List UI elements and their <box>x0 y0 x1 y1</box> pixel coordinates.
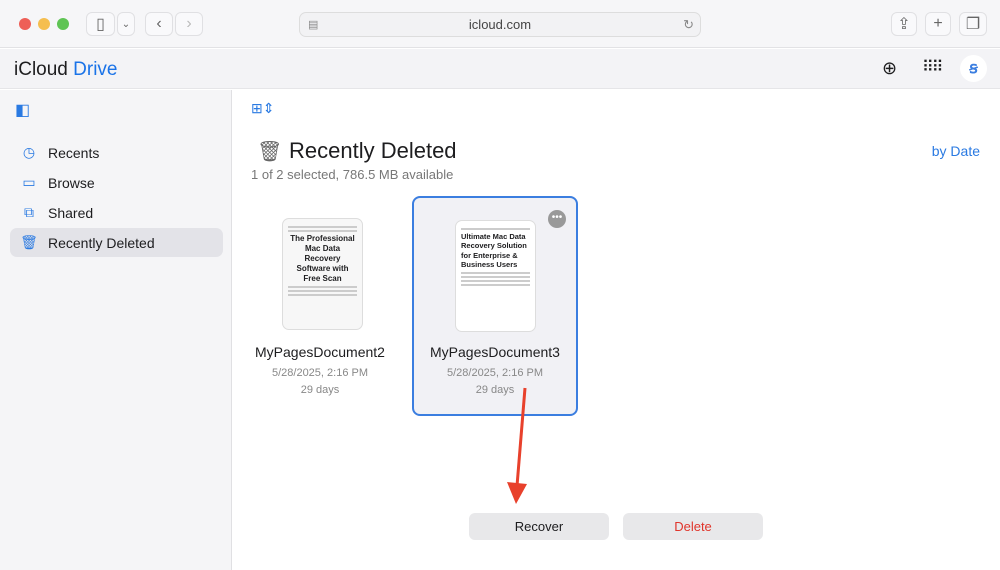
avatar[interactable]: ꞩ <box>960 55 987 82</box>
zoom-window-button[interactable] <box>57 18 69 30</box>
file-days-remaining: 29 days <box>300 384 340 396</box>
file-thumbnail: The Professional Mac Data Recovery Softw… <box>282 218 363 330</box>
more-options-icon[interactable]: ••• <box>548 210 566 228</box>
trash-icon: 🗑 <box>257 141 283 163</box>
file-item[interactable]: The Professional Mac Data Recovery Softw… <box>237 196 403 416</box>
file-days-remaining: 29 days <box>475 384 515 396</box>
minimize-window-button[interactable] <box>38 18 50 30</box>
product: Drive <box>73 59 118 80</box>
back-button[interactable]: ‹ <box>145 12 173 36</box>
trash-icon: 🗑 <box>20 234 38 250</box>
thumbnail-headline: Ultimate Mac Data Recovery Solution for … <box>461 232 527 270</box>
app-logo[interactable]: iCloud Drive <box>14 59 118 81</box>
sidebar-item-recently-deleted[interactable]: 🗑 Recently Deleted <box>10 228 223 257</box>
sidebar-item-label: Shared <box>48 204 94 221</box>
sort-button[interactable]: by Date <box>932 143 980 159</box>
main-content: ⊞⇕ 🗑 Recently Deleted 1 of 2 selected, 7… <box>233 90 1000 570</box>
file-date: 5/28/2025, 2:16 PM <box>446 367 543 379</box>
folder-icon: ▭ <box>22 174 36 190</box>
annotation-arrow <box>507 387 527 504</box>
view-mode-icon[interactable]: ⊞⇕ <box>251 100 274 117</box>
sidebar-item-recents[interactable]: ◷ Recents <box>10 138 223 167</box>
recover-button[interactable]: Recover <box>469 513 609 540</box>
sidebar-toggle-icon[interactable]: ▯ <box>86 12 115 36</box>
shared-folder-icon: ⧉ <box>24 204 34 220</box>
share-icon[interactable]: ⇪ <box>891 12 917 36</box>
tabs-overview-icon[interactable]: ❐ <box>959 12 987 36</box>
file-item-selected[interactable]: ••• Ultimate Mac Data Recovery Solution … <box>412 196 578 416</box>
url-text: icloud.com <box>468 17 532 32</box>
file-name: MyPagesDocument3 <box>430 344 560 360</box>
page-menu-icon[interactable]: ▤ <box>308 18 318 31</box>
browser-toolbar: ▯ ⌄ ‹ › icloud.com ↻ ▤ ⇪ + ❐ <box>0 0 1000 48</box>
add-icon[interactable]: ⊕ <box>882 58 897 79</box>
chevron-down-icon[interactable]: ⌄ <box>117 12 135 36</box>
app-header: iCloud Drive ⊕ ⠿⠿ ꞩ <box>0 49 1000 89</box>
sidebar-item-label: Recents <box>48 144 100 161</box>
selection-status: 1 of 2 selected, 786.5 MB available <box>251 167 454 182</box>
clock-icon: ◷ <box>22 144 36 160</box>
file-date: 5/28/2025, 2:16 PM <box>271 367 368 379</box>
brand: iCloud <box>14 59 68 80</box>
sidebar-item-label: Recently Deleted <box>48 234 155 251</box>
sidebar-item-browse[interactable]: ▭ Browse <box>10 168 223 197</box>
sidebar-item-shared[interactable]: ⧉ Shared <box>10 198 223 227</box>
delete-button[interactable]: Delete <box>623 513 763 540</box>
sidebar-item-label: Browse <box>48 174 95 191</box>
file-name: MyPagesDocument2 <box>255 344 385 360</box>
apps-grid-icon[interactable]: ⠿⠿ <box>922 57 943 77</box>
file-thumbnail: Ultimate Mac Data Recovery Solution for … <box>455 220 536 332</box>
forward-button[interactable]: › <box>175 12 203 36</box>
new-tab-icon[interactable]: + <box>925 12 951 36</box>
thumbnail-headline: The Professional Mac Data Recovery Softw… <box>290 234 355 283</box>
sidebar: ◧ ◷ Recents ▭ Browse ⧉ Shared 🗑 Recently Del… <box>0 90 232 570</box>
close-window-button[interactable] <box>19 18 31 30</box>
page-title: Recently Deleted <box>289 138 457 163</box>
reload-icon[interactable]: ↻ <box>683 17 694 33</box>
sidebar-toggle-icon[interactable]: ◧ <box>15 100 30 120</box>
address-bar[interactable]: icloud.com ↻ ▤ <box>299 12 701 37</box>
